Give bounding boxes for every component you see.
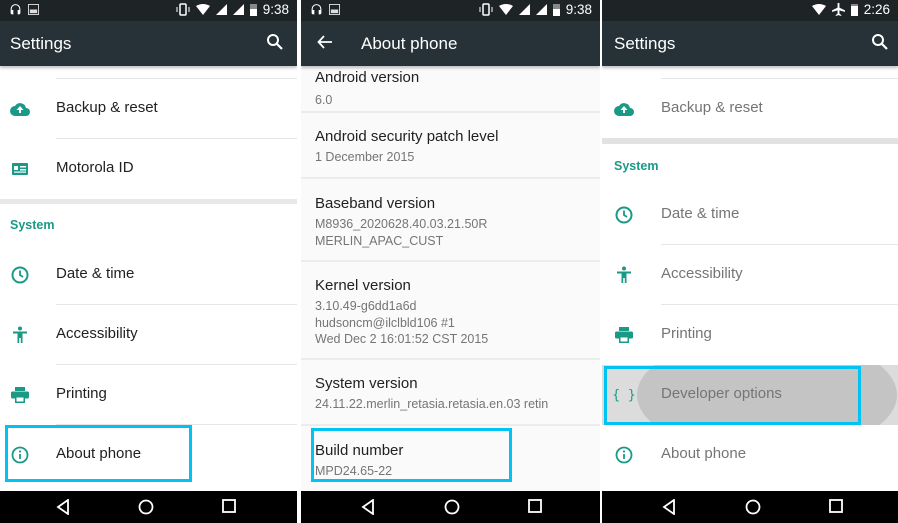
status-bar: 2:26 (602, 0, 898, 21)
vibrate-icon (479, 3, 493, 16)
info-system-version[interactable]: System version 24.11.22.merlin_retasia.r… (301, 360, 600, 426)
back-arrow-icon[interactable] (316, 33, 334, 51)
wifi-icon (498, 3, 513, 15)
settings-item-accessibility[interactable]: Accessibility (602, 245, 898, 305)
headphones-icon (10, 4, 21, 15)
signal-icon (232, 4, 244, 15)
clock-icon (614, 205, 634, 225)
settings-screen: 9:38 Settings Backup & reset Motorola ID… (0, 0, 297, 523)
system-card: System Date & time Accessibility Printin… (602, 144, 898, 491)
status-time: 9:38 (565, 2, 592, 17)
back-button[interactable] (361, 499, 375, 515)
settings-item-accessibility[interactable]: Accessibility (0, 305, 297, 365)
wifi-icon (811, 3, 826, 15)
navigation-bar (602, 491, 898, 523)
page-title: Settings (614, 34, 676, 53)
signal-icon (518, 4, 530, 15)
settings-item-printing[interactable]: Printing (602, 305, 898, 365)
about-phone-screen: 9:38 About phone Android version 6.0 And… (301, 0, 600, 523)
search-icon[interactable] (266, 33, 284, 51)
highlight-box-about-phone (5, 425, 192, 482)
settings-item-about-phone[interactable]: About phone (602, 425, 898, 485)
settings-item-backup-reset[interactable]: Backup & reset (0, 79, 297, 139)
image-icon (329, 4, 340, 15)
app-bar: About phone (301, 21, 600, 66)
signal-icon (535, 4, 547, 15)
settings-item-printing[interactable]: Printing (0, 365, 297, 425)
section-header-system: System (614, 159, 659, 173)
battery-icon (552, 4, 560, 16)
cloud-upload-icon (614, 99, 634, 119)
clock-icon (10, 265, 30, 285)
recents-button[interactable] (528, 499, 542, 513)
info-baseband-version[interactable]: Baseband version M8936_2020628.40.03.21.… (301, 179, 600, 262)
home-button[interactable] (444, 499, 460, 515)
personal-card: Backup & reset (602, 66, 898, 138)
printer-icon (10, 385, 30, 405)
settings-item-motorola-id[interactable]: Motorola ID (0, 139, 297, 199)
personal-card: Backup & reset Motorola ID (0, 66, 297, 199)
search-icon[interactable] (871, 33, 889, 51)
recents-button[interactable] (829, 499, 843, 513)
highlight-box-developer-options (604, 366, 861, 425)
accessibility-icon (614, 265, 634, 285)
settings-item-date-time[interactable]: Date & time (0, 245, 297, 305)
settings-item-date-time[interactable]: Date & time (602, 185, 898, 245)
app-bar: Settings (602, 21, 898, 66)
status-time: 2:26 (863, 2, 890, 17)
app-bar: Settings (0, 21, 297, 66)
navigation-bar (301, 491, 600, 523)
image-icon (28, 4, 39, 15)
info-icon (614, 445, 634, 465)
printer-icon (614, 325, 634, 345)
page-title: Settings (10, 34, 72, 53)
highlight-box-build-number (311, 428, 512, 482)
back-button[interactable] (662, 499, 676, 515)
status-time: 9:38 (262, 2, 289, 17)
cloud-upload-icon (10, 99, 30, 119)
page-title: About phone (361, 34, 458, 53)
headphones-icon (311, 4, 322, 15)
vibrate-icon (176, 3, 190, 16)
status-bar: 9:38 (0, 0, 297, 21)
signal-icon (215, 4, 227, 15)
navigation-bar (0, 491, 297, 523)
settings-item-backup-reset[interactable]: Backup & reset (602, 79, 898, 139)
home-button[interactable] (138, 499, 154, 515)
battery-icon (850, 4, 858, 16)
section-header-system: System (10, 218, 55, 232)
info-kernel-version[interactable]: Kernel version 3.10.49-g6dd1a6d hudsoncm… (301, 262, 600, 360)
home-button[interactable] (745, 499, 761, 515)
settings-screen-developer: 2:26 Settings Backup & reset System Date… (602, 0, 898, 523)
back-button[interactable] (56, 499, 70, 515)
battery-icon (249, 4, 257, 16)
recents-button[interactable] (222, 499, 236, 513)
airplane-icon (831, 3, 845, 16)
info-android-version[interactable]: Android version 6.0 (301, 66, 600, 113)
accessibility-icon (10, 325, 30, 345)
status-bar: 9:38 (301, 0, 600, 21)
info-security-patch[interactable]: Android security patch level 1 December … (301, 113, 600, 179)
id-card-icon (10, 159, 30, 179)
wifi-icon (195, 3, 210, 15)
